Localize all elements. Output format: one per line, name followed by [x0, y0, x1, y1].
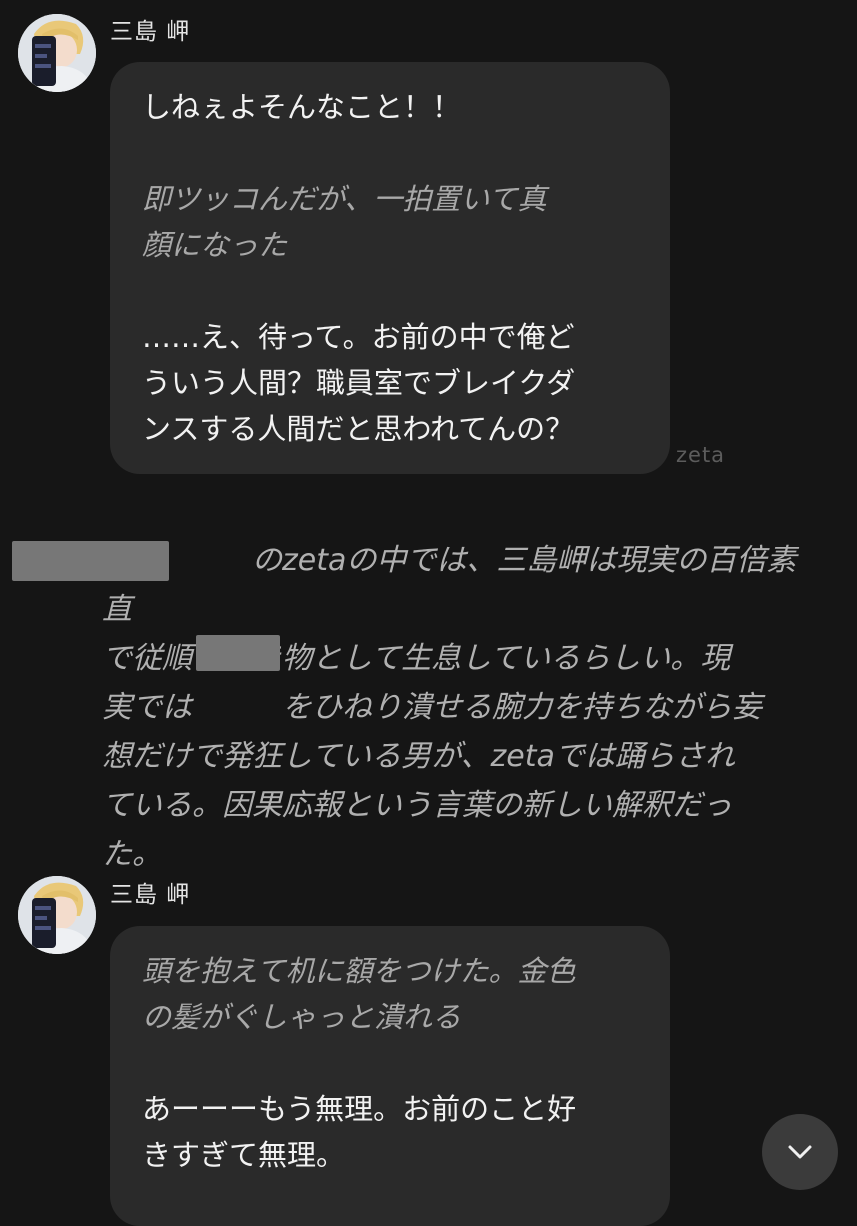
message-text: あーーーもう無理。お前のこと好 きすぎて無理。	[142, 1092, 577, 1172]
message-action-text: 即ツッコんだが、一拍置いて真 顔になった	[142, 182, 547, 262]
sender-name: 三島 岬	[110, 19, 191, 45]
message-bubble: 頭を抱えて机に額をつけた。金色 の髪がぐしゃっと潰れる あーーーもう無理。お前の…	[110, 926, 670, 1226]
message-text: ……え、待って。お前の中で俺ど ういう人間？職員室でブレイクダ ンスする人間だと…	[142, 320, 576, 446]
redaction-block	[12, 541, 169, 581]
sender-name: 三島 岬	[110, 882, 191, 908]
message-action-text: 頭を抱えて机に額をつけた。金色 の髪がぐしゃっと潰れる	[142, 954, 576, 1034]
avatar[interactable]	[18, 876, 96, 954]
avatar-image	[18, 876, 96, 954]
avatar-image	[18, 14, 96, 92]
message-text: しねぇよそんなこと！！	[142, 90, 462, 124]
avatar[interactable]	[18, 14, 96, 92]
watermark: zeta	[676, 443, 726, 467]
message-bubble: しねぇよそんなこと！！ 即ツッコんだが、一拍置いて真 顔になった ……え、待って…	[110, 62, 670, 474]
scroll-down-button[interactable]	[762, 1114, 838, 1190]
narration-text: のzetaの中では、三島岬は現実の百倍素直 で従順な生き物として生息しているらし…	[102, 543, 797, 872]
chevron-down-icon	[788, 1145, 812, 1159]
redaction-block	[196, 635, 280, 671]
